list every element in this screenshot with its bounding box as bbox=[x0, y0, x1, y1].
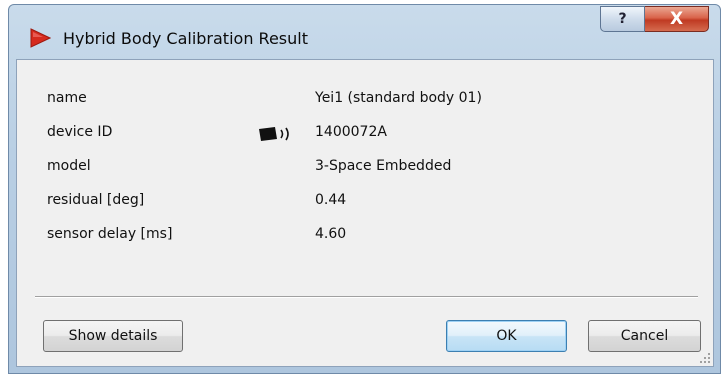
ok-button[interactable]: OK bbox=[446, 320, 567, 352]
field-label: residual [deg] bbox=[47, 192, 145, 208]
field-label: name bbox=[47, 90, 87, 106]
window-title: Hybrid Body Calibration Result bbox=[63, 29, 308, 48]
title-bar[interactable]: Hybrid Body Calibration Result ? X bbox=[9, 5, 720, 59]
dialog-window: Hybrid Body Calibration Result ? X name … bbox=[8, 4, 721, 374]
field-value: 3-Space Embedded bbox=[315, 158, 452, 174]
show-details-button[interactable]: Show details bbox=[43, 320, 183, 352]
close-button[interactable]: X bbox=[645, 6, 709, 32]
separator bbox=[35, 296, 698, 298]
close-icon: X bbox=[669, 9, 684, 29]
title-buttons: ? X bbox=[600, 6, 714, 32]
field-label: sensor delay [ms] bbox=[47, 226, 173, 242]
help-button[interactable]: ? bbox=[600, 6, 645, 32]
resize-grip-icon[interactable] bbox=[699, 352, 711, 364]
field-label: device ID bbox=[47, 124, 113, 140]
help-icon: ? bbox=[618, 11, 627, 27]
field-value: 4.60 bbox=[315, 226, 347, 242]
cancel-button[interactable]: Cancel bbox=[588, 320, 701, 352]
field-value: Yei1 (standard body 01) bbox=[315, 90, 482, 106]
field-value: 1400072A bbox=[315, 124, 387, 140]
field-label: model bbox=[47, 158, 91, 174]
app-icon bbox=[30, 28, 51, 48]
wireless-device-icon bbox=[259, 127, 289, 141]
dialog-content: name Yei1 (standard body 01) device ID 1… bbox=[16, 59, 714, 367]
field-value: 0.44 bbox=[315, 192, 347, 208]
